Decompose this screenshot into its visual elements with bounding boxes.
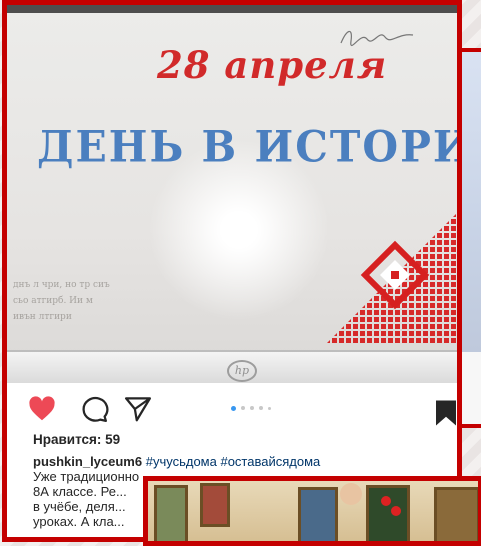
bookmark-icon[interactable] [431,398,461,428]
manuscript-line: днъ л чри, но тр сиъ [13,280,110,290]
child-figure [340,483,362,505]
screen-top-edge [7,5,457,13]
manuscript-line: ивън лтгири [13,312,72,322]
caption-username[interactable]: pushkin_lyceum6 [33,454,142,469]
carousel-dot [241,406,245,410]
comment-icon[interactable] [79,394,109,424]
side-post-image [462,52,481,352]
heart-icon[interactable] [27,394,57,424]
share-icon[interactable] [123,394,153,424]
post-actions-bar [7,388,457,428]
day-in-history-title: ДЕНЬ В ИСТОРИИ [37,121,457,173]
collage: 28 апреля ДЕНЬ В ИСТОРИИ днъ л чри, но т… [0,0,481,546]
wall-painting [154,485,188,541]
hp-logo: hp [227,360,257,382]
likes-count[interactable]: Нравится: 59 [33,432,120,447]
carousel-dots [231,405,271,411]
wall-painting [298,487,338,541]
manuscript-text: днъ л чри, но тр сиъ сьо атгирб. Ии м ив… [13,277,143,347]
post-photo[interactable]: 28 апреля ДЕНЬ В ИСТОРИИ днъ л чри, но т… [7,5,457,383]
carousel-dot [250,406,254,410]
caption-hashtags[interactable]: #учусьдома #оставайсядома [146,454,321,469]
side-post-footer [462,352,481,424]
wall-painting [434,487,478,541]
carousel-dot [268,406,271,410]
carousel-dot-active [231,405,236,411]
manuscript-line: сьо атгирб. Ии м [13,296,93,306]
carousel-dot [259,406,263,410]
wall-painting [200,483,230,527]
red-flower [381,496,391,506]
instagram-post-card: 28 апреля ДЕНЬ В ИСТОРИИ днъ л чри, но т… [2,0,462,542]
date-heading: 28 апреля [157,43,388,87]
wall-painting [366,485,410,541]
red-flower [391,506,401,516]
red-embroidery-ornament [325,213,457,345]
classroom-photo-card[interactable] [143,476,481,546]
